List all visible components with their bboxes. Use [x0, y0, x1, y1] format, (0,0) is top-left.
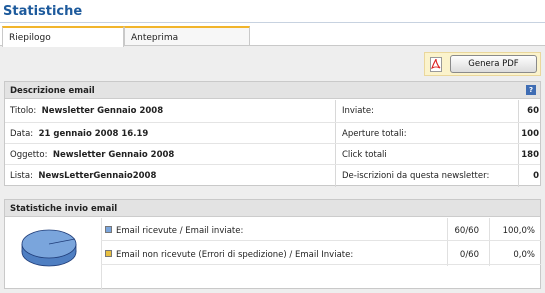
stat-label: Email non ricevute (Errori di spedizione… [116, 250, 354, 260]
stat-percent: 0,0% [513, 250, 535, 260]
title-divider [0, 22, 545, 23]
stat-ratio: 0/60 [459, 250, 479, 260]
field-value-lista: NewsLetterGennaio2008 [38, 171, 157, 181]
field-label-lista: Lista: [10, 171, 33, 181]
stats-panel-header: Statistiche invio email [5, 200, 540, 217]
tab-anteprima[interactable]: Anteprima [124, 26, 250, 46]
description-row: Oggetto: Newsletter Gennaio 2008 Click t… [5, 143, 540, 164]
page-title: Statistiche [3, 4, 83, 19]
genera-pdf-button[interactable]: Genera PDF [450, 55, 537, 73]
delivery-pie-chart [19, 225, 79, 271]
pdf-icon[interactable] [430, 57, 442, 72]
counter-label-inviate: Inviate: [342, 106, 374, 116]
counter-label-deiscrizioni: De-iscrizioni da questa newsletter: [342, 171, 490, 181]
counter-label-click: Click totali [342, 150, 387, 160]
description-panel-header: Descrizione email ? [5, 82, 540, 99]
field-label-oggetto: Oggetto: [10, 150, 48, 160]
legend-swatch-not-received [105, 250, 112, 257]
counter-value-inviate: 60 [527, 106, 539, 116]
stat-row-received: Email ricevute / Email inviate: 60/60 10… [101, 220, 541, 241]
description-panel-title: Descrizione email [10, 86, 95, 96]
description-row: Data: 21 gennaio 2008 16.19 Aperture tot… [5, 122, 540, 143]
field-value-oggetto: Newsletter Gennaio 2008 [52, 150, 175, 160]
counter-value-click: 180 [521, 150, 539, 160]
field-label-titolo: Titolo: [10, 106, 37, 116]
counter-value-aperture: 100 [521, 129, 539, 139]
field-value-data: 21 gennaio 2008 16.19 [38, 129, 149, 139]
field-label-data: Data: [10, 129, 34, 139]
tab-riepilogo[interactable]: Riepilogo [2, 26, 124, 47]
description-row: Titolo: Newsletter Gennaio 2008 Inviate:… [5, 100, 540, 121]
stat-percent: 100,0% [502, 226, 535, 236]
counter-label-aperture: Aperture totali: [342, 129, 407, 139]
stat-ratio: 60/60 [454, 226, 480, 236]
stats-panel-title: Statistiche invio email [10, 204, 118, 214]
field-value-titolo: Newsletter Gennaio 2008 [41, 106, 164, 116]
description-row: Lista: NewsLetterGennaio2008 De-iscrizio… [5, 164, 540, 185]
stat-label: Email ricevute / Email inviate: [116, 226, 244, 236]
help-icon[interactable]: ? [526, 85, 536, 95]
counter-value-deiscrizioni: 0 [533, 171, 539, 181]
legend-swatch-received [105, 226, 112, 233]
pdf-toolbar: Genera PDF [424, 52, 541, 76]
stat-row-not-received: Email non ricevute (Errori di spedizione… [101, 244, 541, 265]
description-panel: Descrizione email ? Titolo: Newsletter G… [4, 81, 541, 187]
stats-panel: Statistiche invio email Email ricevute /… [4, 199, 541, 290]
